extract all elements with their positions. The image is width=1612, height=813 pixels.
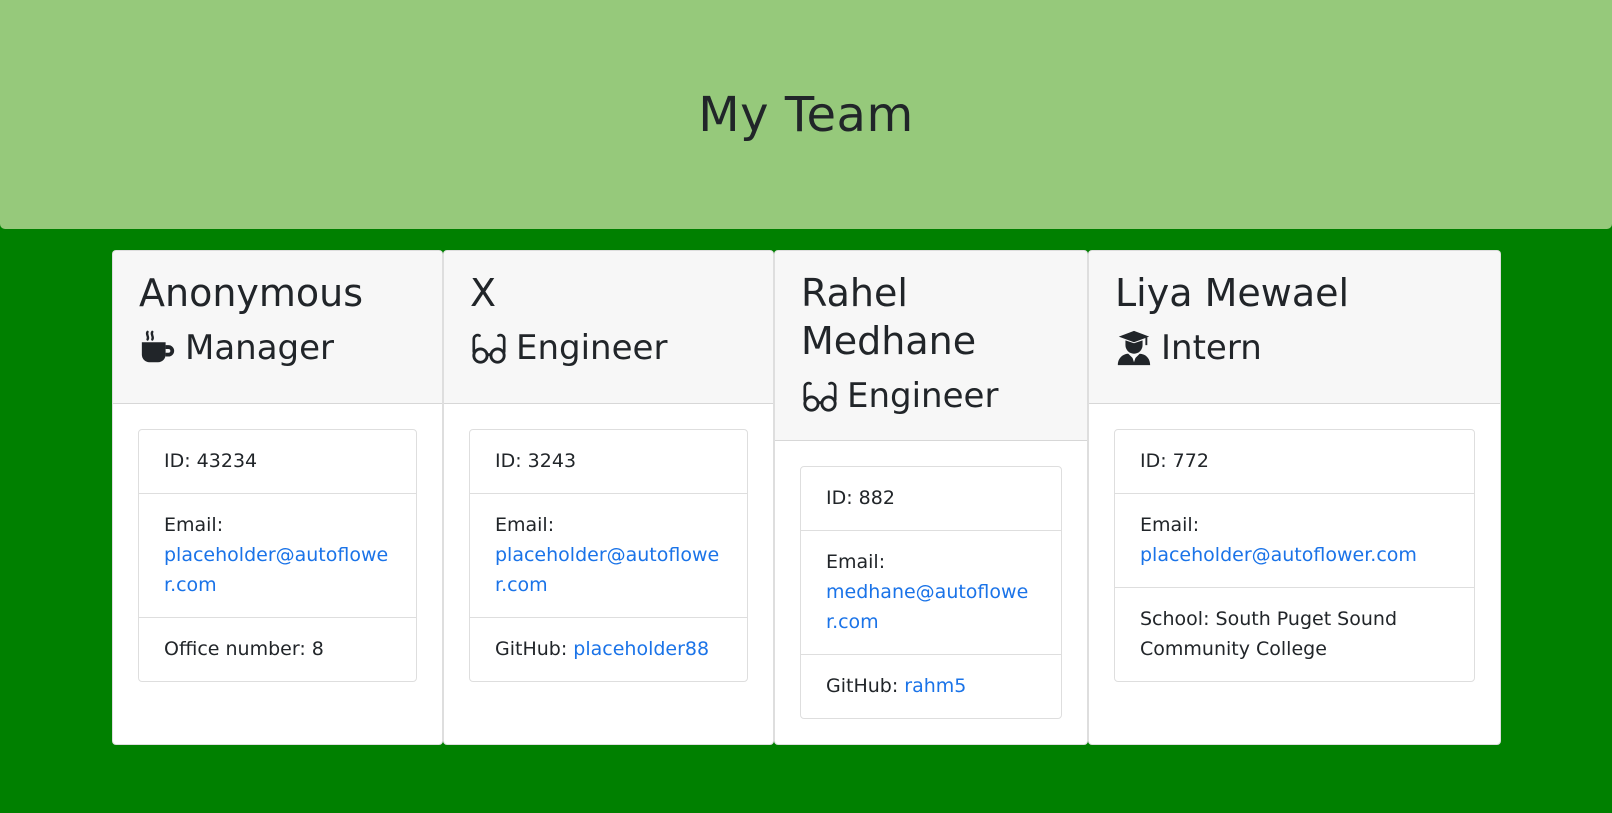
card-header: Rahel Medhane Engineer — [775, 251, 1087, 441]
employee-details: ID: 772 Email: placeholder@autoflower.co… — [1114, 429, 1475, 682]
card-header: X Engineer — [444, 251, 773, 404]
employee-details: ID: 3243 Email: placeholder@autoflower.c… — [469, 429, 748, 682]
email-link[interactable]: medhane@autoflower.com — [826, 581, 1028, 633]
employee-card-manager: Anonymous Manager ID: 43234 Email: place… — [112, 250, 443, 745]
employee-email: Email: placeholder@autoflower.com — [470, 494, 747, 618]
employee-details: ID: 43234 Email: placeholder@autoflower.… — [138, 429, 417, 682]
card-body: ID: 3243 Email: placeholder@autoflower.c… — [444, 404, 773, 707]
employee-role: Engineer — [801, 375, 1067, 417]
employee-details: ID: 882 Email: medhane@autoflower.com Gi… — [800, 466, 1062, 719]
card-body: ID: 772 Email: placeholder@autoflower.co… — [1089, 404, 1500, 707]
card-body: ID: 882 Email: medhane@autoflower.com Gi… — [775, 441, 1087, 744]
employee-name: Anonymous — [139, 271, 364, 315]
employee-card-engineer: X Engineer ID: 3243 Email: placeholder@a… — [443, 250, 774, 745]
glasses-icon — [470, 329, 508, 367]
email-link[interactable]: placeholder@autoflower.com — [164, 544, 388, 596]
card-body: ID: 43234 Email: placeholder@autoflower.… — [113, 404, 442, 707]
employee-name: Rahel Medhane — [801, 271, 977, 363]
employee-email: Email: placeholder@autoflower.com — [139, 494, 416, 618]
email-link[interactable]: placeholder@autoflower.com — [495, 544, 719, 596]
email-label: Email: — [1140, 514, 1200, 536]
team-header: My Team — [0, 0, 1612, 229]
employee-email: Email: placeholder@autoflower.com — [1115, 494, 1474, 588]
mug-icon — [139, 329, 177, 367]
employee-card-engineer: Rahel Medhane Engineer ID: 882 Email: me… — [774, 250, 1088, 745]
card-header: Liya Mewael Intern — [1089, 251, 1500, 404]
github-label: GitHub: — [495, 638, 574, 660]
card-header: Anonymous Manager — [113, 251, 442, 404]
employee-id: ID: 3243 — [470, 430, 747, 494]
employee-name: Liya Mewael — [1115, 271, 1350, 315]
employee-role: Manager — [139, 327, 422, 369]
employee-role: Engineer — [470, 327, 753, 369]
employee-github: GitHub: rahm5 — [801, 655, 1061, 718]
team-cards: Anonymous Manager ID: 43234 Email: place… — [112, 250, 1501, 745]
email-label: Email: — [164, 514, 224, 536]
email-label: Email: — [826, 551, 886, 573]
employee-card-intern: Liya Mewael Intern ID: 772 Email: placeh… — [1088, 250, 1501, 745]
glasses-icon — [801, 377, 839, 415]
email-link[interactable]: placeholder@autoflower.com — [1140, 544, 1417, 566]
email-label: Email: — [495, 514, 555, 536]
employee-id: ID: 43234 — [139, 430, 416, 494]
employee-role-label: Engineer — [516, 328, 668, 368]
employee-email: Email: medhane@autoflower.com — [801, 531, 1061, 655]
employee-office-number: Office number: 8 — [164, 638, 324, 660]
graduate-icon — [1115, 329, 1153, 367]
github-link[interactable]: placeholder88 — [573, 638, 709, 660]
employee-github: GitHub: placeholder88 — [470, 618, 747, 681]
employee-role-label: Manager — [185, 328, 335, 368]
employee-name: X — [470, 271, 497, 315]
employee-school: School: South Puget Sound Community Coll… — [1140, 608, 1398, 660]
github-label: GitHub: — [826, 675, 905, 697]
employee-role-label: Engineer — [847, 376, 999, 416]
employee-role: Intern — [1115, 327, 1480, 369]
employee-id: ID: 772 — [1115, 430, 1474, 494]
page-title: My Team — [698, 86, 914, 143]
github-link[interactable]: rahm5 — [904, 675, 966, 697]
employee-role-label: Intern — [1161, 328, 1262, 368]
employee-id: ID: 882 — [801, 467, 1061, 531]
